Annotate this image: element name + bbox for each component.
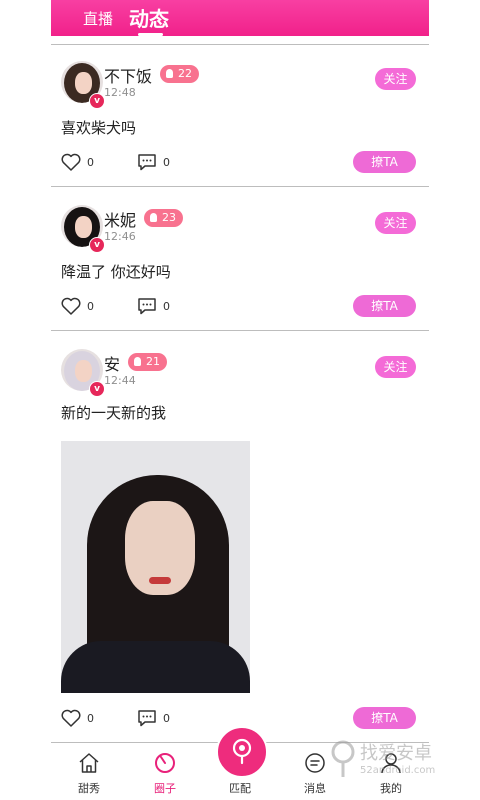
heart-icon — [61, 297, 81, 315]
flirt-button[interactable]: 撩TA — [353, 707, 416, 729]
photo-lips — [149, 577, 171, 584]
verified-badge: v — [89, 381, 105, 397]
nav-label: 甜秀 — [78, 782, 100, 795]
comment-count: 0 — [163, 299, 170, 313]
active-tab-indicator — [138, 33, 163, 36]
post-text: 新的一天新的我 — [61, 404, 167, 422]
app-frame: 直播 动态 v 不下饭 22 12:48 关注 喜欢柴犬吗 0 0 撩TA v — [51, 0, 429, 800]
like-action[interactable]: 0 — [61, 709, 94, 727]
avatar-face — [75, 72, 92, 94]
bulb-icon — [166, 69, 173, 78]
photo-body — [61, 641, 250, 693]
message-icon — [305, 753, 325, 773]
circle-icon — [155, 753, 175, 773]
divider — [51, 330, 429, 331]
comment-count: 0 — [163, 155, 170, 169]
username[interactable]: 米妮 — [104, 207, 136, 231]
post-photo[interactable] — [61, 441, 250, 693]
match-button[interactable] — [216, 726, 268, 778]
follow-button[interactable]: 关注 — [375, 68, 416, 90]
comment-icon — [138, 298, 156, 315]
comment-count: 0 — [163, 711, 170, 725]
level-badge: 23 — [144, 209, 183, 227]
avatar-face — [75, 360, 92, 382]
nav-label: 消息 — [304, 782, 326, 795]
comment-action[interactable]: 0 — [137, 153, 170, 171]
post-time: 12:48 — [104, 86, 136, 99]
verified-badge: v — [89, 237, 105, 253]
level-value: 21 — [146, 355, 160, 368]
heart-icon — [61, 709, 81, 727]
level-value: 22 — [178, 67, 192, 80]
bulb-icon — [134, 357, 141, 366]
post-time: 12:44 — [104, 374, 136, 387]
comment-action[interactable]: 0 — [137, 709, 170, 727]
username[interactable]: 不下饭 — [104, 63, 152, 87]
heart-icon — [61, 153, 81, 171]
like-count: 0 — [87, 711, 94, 725]
bulb-icon — [150, 213, 157, 222]
post-text: 降温了 你还好吗 — [61, 263, 171, 281]
like-action[interactable]: 0 — [61, 153, 94, 171]
username[interactable]: 安 — [104, 351, 120, 375]
like-action[interactable]: 0 — [61, 297, 94, 315]
verified-badge: v — [89, 93, 105, 109]
comment-icon — [138, 710, 156, 727]
level-badge: 22 — [160, 65, 199, 83]
comment-icon — [138, 154, 156, 171]
avatar-face — [75, 216, 92, 238]
profile-icon — [381, 753, 401, 774]
nav-label: 圈子 — [154, 782, 176, 795]
like-count: 0 — [87, 299, 94, 313]
comment-action[interactable]: 0 — [137, 297, 170, 315]
level-value: 23 — [162, 211, 176, 224]
tab-live[interactable]: 直播 — [83, 8, 113, 29]
level-badge: 21 — [128, 353, 167, 371]
like-count: 0 — [87, 155, 94, 169]
divider — [51, 44, 429, 45]
bottom-nav: 甜秀 圈子 匹配 消息 我的 — [51, 726, 429, 800]
flirt-button[interactable]: 撩TA — [353, 151, 416, 173]
divider — [51, 186, 429, 187]
post-time: 12:46 — [104, 230, 136, 243]
top-tab-bar: 直播 动态 — [51, 0, 429, 36]
follow-button[interactable]: 关注 — [375, 356, 416, 378]
match-icon — [232, 738, 252, 765]
post-text: 喜欢柴犬吗 — [61, 119, 137, 137]
home-icon — [79, 753, 99, 773]
follow-button[interactable]: 关注 — [375, 212, 416, 234]
nav-label: 我的 — [380, 782, 402, 795]
flirt-button[interactable]: 撩TA — [353, 295, 416, 317]
tab-feed[interactable]: 动态 — [129, 3, 169, 32]
nav-label: 匹配 — [229, 782, 251, 795]
